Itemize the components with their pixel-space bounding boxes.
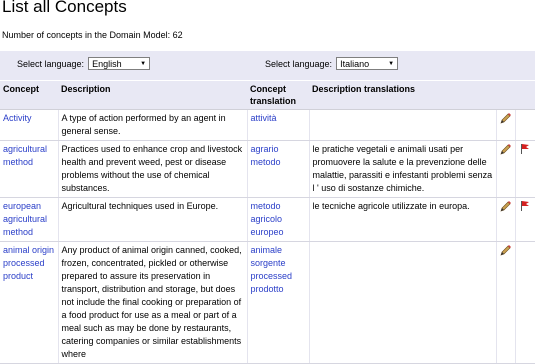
red-flag-icon[interactable] xyxy=(519,201,531,214)
page-title: List all Concepts xyxy=(2,0,127,16)
header-concept: Concept xyxy=(0,81,58,110)
right-language-label: Select language: xyxy=(265,58,333,69)
pencil-icon[interactable] xyxy=(500,113,512,126)
table-row: agricultural method Practices used to en… xyxy=(0,140,535,198)
edit-cell xyxy=(496,241,516,364)
concept-description: Practices used to enhance crop and lives… xyxy=(58,140,248,198)
header-description-translations: Description translations xyxy=(309,81,496,110)
header-concept-translation-line2: translation xyxy=(250,96,297,106)
concept-translation-link[interactable]: animale sorgente processed prodotto xyxy=(247,241,310,364)
description-translation: le pratiche vegetali e animali usati per… xyxy=(309,140,497,198)
concept-link[interactable]: agricultural method xyxy=(0,140,59,198)
header-concept-translation: Concept translation xyxy=(247,81,309,110)
pencil-icon[interactable] xyxy=(500,201,512,214)
right-language-value: Italiano xyxy=(340,58,370,69)
description-translation xyxy=(309,241,497,364)
delete-cell xyxy=(515,197,535,242)
red-flag-icon[interactable] xyxy=(519,144,531,157)
concept-translation-link[interactable]: metodo agricolo europeo xyxy=(247,197,310,242)
delete-cell xyxy=(515,241,535,364)
table-row: european agricultural method Agricultura… xyxy=(0,197,535,242)
edit-cell xyxy=(496,140,516,198)
concept-description: Agricultural techniques used in Europe. xyxy=(58,197,248,242)
description-translation: le tecniche agricole utilizzate in europ… xyxy=(309,197,497,242)
edit-cell xyxy=(496,109,516,141)
concept-link[interactable]: Activity xyxy=(0,109,59,141)
concept-translation-link[interactable]: attività xyxy=(247,109,310,141)
chevron-down-icon: ▼ xyxy=(140,60,147,67)
header-description: Description xyxy=(58,81,247,110)
right-language-selector: Select language: Italiano ▼ xyxy=(265,57,399,70)
header-edit xyxy=(496,81,515,110)
table-header-row: Concept Description Concept translation … xyxy=(0,81,535,110)
delete-cell xyxy=(515,140,535,198)
left-language-label: Select language: xyxy=(17,58,85,69)
concepts-table: Concept Description Concept translation … xyxy=(0,81,535,364)
left-language-select[interactable]: English ▼ xyxy=(88,57,151,70)
concept-link[interactable]: animal origin processed product xyxy=(0,241,59,364)
language-bar-spacer xyxy=(496,51,535,80)
concept-translation-link[interactable]: agrario metodo xyxy=(247,140,310,198)
header-delete xyxy=(515,81,535,110)
concept-description: A type of action performed by an agent i… xyxy=(58,109,248,141)
concept-count: Number of concepts in the Domain Model: … xyxy=(2,30,183,40)
pencil-icon[interactable] xyxy=(500,245,512,258)
right-language-select[interactable]: Italiano ▼ xyxy=(336,57,399,70)
pencil-icon[interactable] xyxy=(500,144,512,157)
chevron-down-icon: ▼ xyxy=(388,60,395,67)
left-language-selector: Select language: English ▼ xyxy=(17,57,151,70)
concept-description: Any product of animal origin canned, coo… xyxy=(58,241,248,364)
description-translation xyxy=(309,109,497,141)
concept-link[interactable]: european agricultural method xyxy=(0,197,59,242)
header-concept-translation-line1: Concept xyxy=(250,84,286,94)
language-selector-bar: Select language: English ▼ Select langua… xyxy=(0,51,496,80)
table-row: Activity A type of action performed by a… xyxy=(0,109,535,141)
delete-cell xyxy=(515,109,535,141)
left-language-value: English xyxy=(92,58,122,69)
edit-cell xyxy=(496,197,516,242)
table-row: animal origin processed product Any prod… xyxy=(0,241,535,364)
